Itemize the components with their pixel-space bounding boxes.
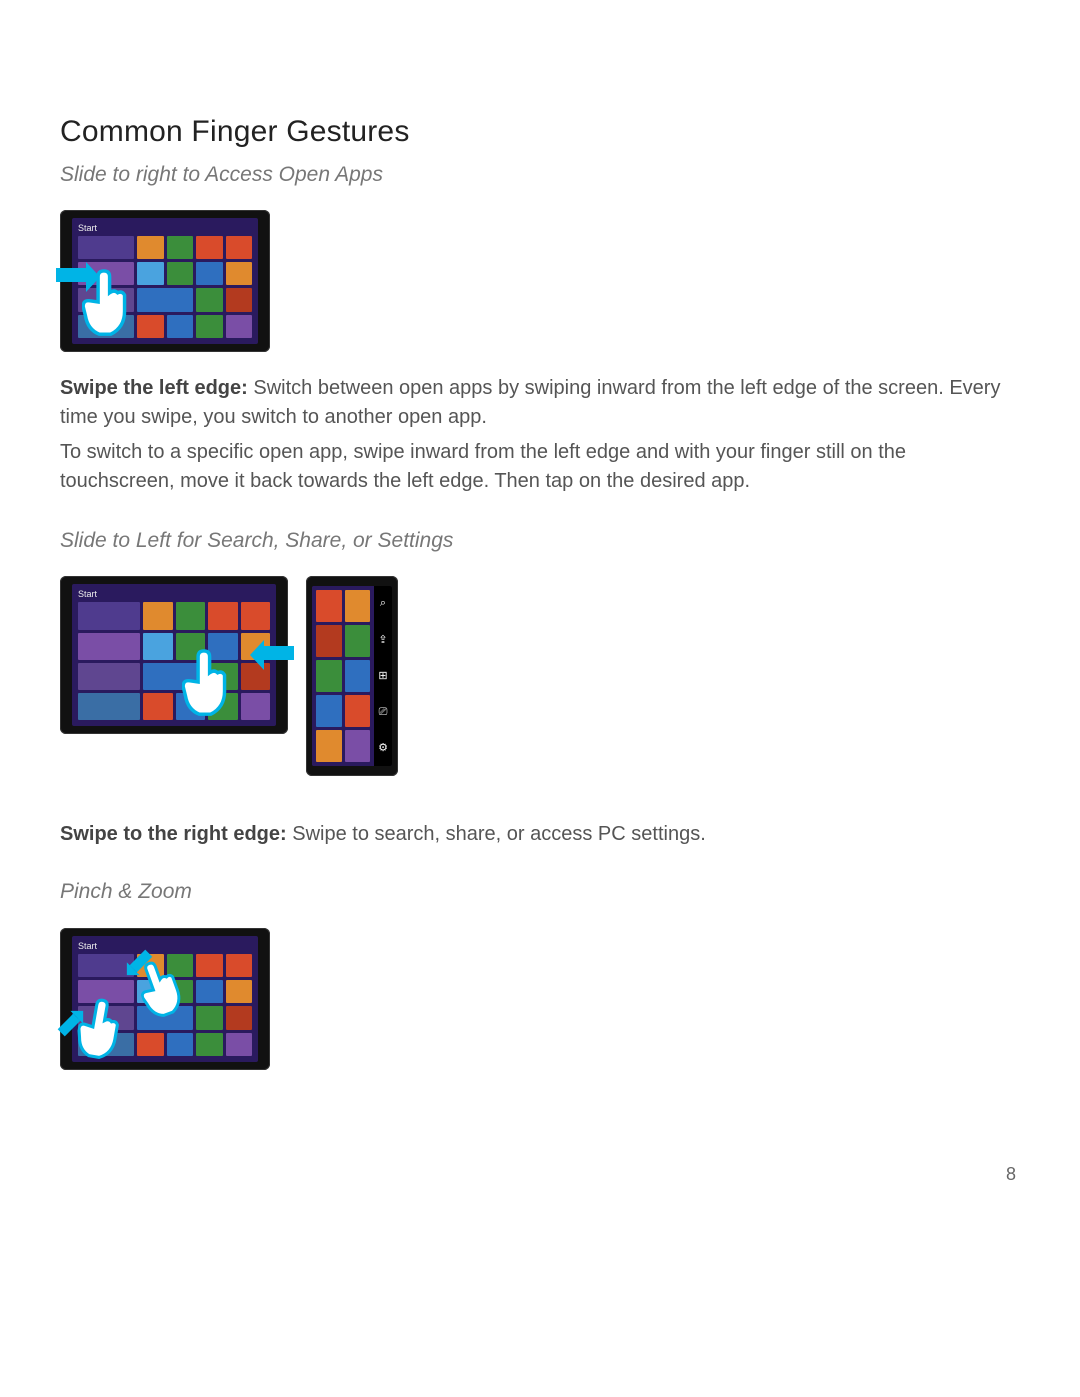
section-3-subhead: Pinch & Zoom <box>60 877 1016 907</box>
start-label: Start <box>78 940 97 953</box>
devices-charm-icon: ⎚ <box>379 707 388 718</box>
tablet-screen: ⌕ ⇪ ⊞ ⎚ ⚙ <box>312 586 392 766</box>
share-charm-icon: ⇪ <box>378 635 387 646</box>
page-title: Common Finger Gestures <box>60 110 1016 154</box>
tablet-charms-illustration: ⌕ ⇪ ⊞ ⎚ ⚙ <box>306 576 398 776</box>
section-1-subhead: Slide to right to Access Open Apps <box>60 160 1016 190</box>
section-2-body: Swipe to the right edge: Swipe to search… <box>60 820 1016 849</box>
tablet-illustration: Start <box>60 210 270 352</box>
section-1-bold: Swipe the left edge: <box>60 377 248 399</box>
start-tiles <box>78 602 270 720</box>
figure-pinch-zoom: Start <box>60 928 1016 1070</box>
search-charm-icon: ⌕ <box>380 598 386 609</box>
figure-swipe-left-edge: Start <box>60 210 1016 352</box>
start-tiles <box>78 954 252 1056</box>
apps-column <box>312 586 374 766</box>
section-2-text: Swipe to search, share, or access PC set… <box>287 823 706 845</box>
start-label: Start <box>78 588 97 601</box>
section-2-subhead: Slide to Left for Search, Share, or Sett… <box>60 526 1016 556</box>
tablet-illustration: Start <box>60 928 270 1070</box>
charms-bar: ⌕ ⇪ ⊞ ⎚ ⚙ <box>374 586 392 766</box>
section-2-bold: Swipe to the right edge: <box>60 823 287 845</box>
section-1-body: Swipe the left edge: Switch between open… <box>60 374 1016 432</box>
start-charm-icon: ⊞ <box>378 671 387 682</box>
swipe-right-arrow-icon <box>56 268 86 282</box>
start-tiles <box>78 236 252 338</box>
tablet-illustration: Start <box>60 576 288 734</box>
tablet-screen: Start <box>72 936 258 1062</box>
figure-swipe-right-edge: Start <box>60 576 1016 776</box>
section-1-body-2: To switch to a specific open app, swipe … <box>60 438 1016 496</box>
swipe-left-arrow-icon <box>264 646 294 660</box>
start-label: Start <box>78 222 97 235</box>
settings-charm-icon: ⚙ <box>378 743 388 754</box>
tablet-screen: Start <box>72 584 276 726</box>
page-number: 8 <box>1006 1161 1016 1187</box>
